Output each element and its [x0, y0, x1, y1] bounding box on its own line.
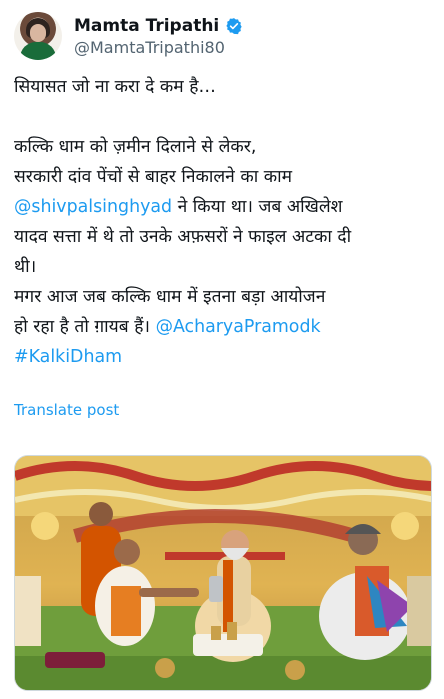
text-fragment: हो रहा है तो ग़ायब हैं।	[14, 317, 156, 337]
text-fragment: ने किया था। जब अखिलेश	[172, 197, 343, 217]
hashtag-link[interactable]: #KalkiDham	[14, 347, 122, 367]
post-photo[interactable]	[14, 455, 432, 691]
author-names: Mamta Tripathi @MamtaTripathi80	[74, 16, 243, 57]
ceremony-photo-image	[15, 456, 431, 690]
author-display-name[interactable]: Mamta Tripathi	[74, 16, 219, 36]
tweet: Mamta Tripathi @MamtaTripathi80 सियासत ज…	[0, 0, 444, 699]
text-line: सरकारी दांव पेंचों से बाहर निकालने का का…	[14, 167, 292, 187]
text-line: कल्कि धाम को ज़मीन दिलाने से लेकर,	[14, 137, 257, 157]
text-line: @shivpalsinghyad ने किया था। जब अखिलेश	[14, 192, 432, 222]
text-line: सियासत जो ना करा दे कम है…	[14, 77, 216, 97]
mention-link[interactable]: @AcharyaPramodk	[156, 317, 321, 337]
author-avatar[interactable]	[14, 12, 62, 60]
text-line: हो रहा है तो ग़ायब हैं। @AcharyaPramodk	[14, 312, 432, 342]
avatar-face	[30, 24, 46, 42]
translate-post-link[interactable]: Translate post	[14, 401, 119, 419]
text-line: #KalkiDham	[14, 342, 432, 372]
text-line: थी।	[14, 257, 37, 277]
tweet-text: सियासत जो ना करा दे कम है… कल्कि धाम को …	[14, 72, 432, 372]
avatar-saree	[20, 42, 56, 60]
text-line: यादव सत्ता में थे तो उनके अफ़सरों ने फाइ…	[14, 227, 352, 247]
tweet-header: Mamta Tripathi @MamtaTripathi80	[14, 12, 243, 60]
mention-link[interactable]: @shivpalsinghyad	[14, 197, 172, 217]
name-row: Mamta Tripathi	[74, 16, 243, 36]
text-line: मगर आज जब कल्कि धाम में इतना बड़ा आयोजन	[14, 287, 326, 307]
verified-badge-icon	[226, 17, 242, 34]
author-handle[interactable]: @MamtaTripathi80	[74, 38, 243, 57]
